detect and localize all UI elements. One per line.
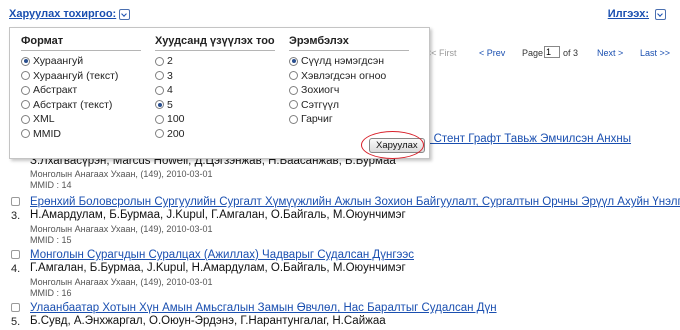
per-page-option[interactable]: 100 <box>155 112 275 127</box>
display-settings-link[interactable]: Харуулах тохиргоо: <box>9 8 116 20</box>
radio-icon[interactable] <box>289 56 298 66</box>
sort-options: Эрэмбэлэх Сүүлд нэмэгдсэн Хэвлэгдсэн огн… <box>289 35 409 127</box>
display-settings-chevron-icon[interactable] <box>119 9 130 20</box>
per-page-option[interactable]: 4 <box>155 83 275 98</box>
pager-next-link[interactable]: Next > <box>597 48 623 58</box>
result-source: Монголын Анагаах Ухаан, (149), 2010-03-0… <box>30 277 213 287</box>
result-number: 4. <box>11 263 21 275</box>
radio-icon[interactable] <box>289 71 298 81</box>
result-title[interactable]: Монголын Сурагчдын Суралцах (Ажиллах) Ча… <box>30 249 414 261</box>
sort-option[interactable]: Хэвлэгдсэн огноо <box>289 69 409 84</box>
radio-icon[interactable] <box>21 129 30 139</box>
sort-heading: Эрэмбэлэх <box>289 35 409 51</box>
result-authors: Г.Амгалан, Б.Бурмаа, J.Kupul, Н.Амардула… <box>30 262 406 274</box>
sort-option[interactable]: Гарчиг <box>289 112 409 127</box>
pager: << First < Prev Page of 3 Next > Last >> <box>426 46 676 62</box>
result-number: 3. <box>11 210 21 222</box>
send-to-link[interactable]: Илгээх: <box>608 8 649 20</box>
radio-icon[interactable] <box>155 85 164 95</box>
format-option[interactable]: XML <box>21 112 141 127</box>
radio-icon[interactable] <box>155 114 164 124</box>
format-option[interactable]: Хураангуй (текст) <box>21 69 141 84</box>
radio-icon[interactable] <box>21 56 30 66</box>
format-option[interactable]: Абстракт (текст) <box>21 98 141 113</box>
per-page-option[interactable]: 5 <box>155 98 275 113</box>
result-title[interactable]: Ерөнхий Боловсролын Сургуулийн Сургалт Х… <box>30 196 680 208</box>
result-title[interactable]: Улаанбаатар Хотын Хүн Амын Амьсгалын Зам… <box>30 302 497 314</box>
result-checkbox[interactable] <box>11 197 20 206</box>
send-to-chevron-icon[interactable] <box>655 9 666 20</box>
per-page-options: Хуудсанд үзүүлэх тоо 2 3 4 5 100 200 <box>155 35 275 141</box>
format-heading: Формат <box>21 35 141 51</box>
per-page-heading: Хуудсанд үзүүлэх тоо <box>155 35 275 51</box>
radio-icon[interactable] <box>289 100 298 110</box>
radio-icon[interactable] <box>289 114 298 124</box>
sort-option[interactable]: Сүүлд нэмэгдсэн <box>289 54 409 69</box>
sort-option[interactable]: Сэтгүүл <box>289 98 409 113</box>
apply-display-button[interactable]: Харуулах <box>369 138 425 153</box>
pager-page-input[interactable] <box>544 46 560 58</box>
format-option[interactable]: MMID <box>21 127 141 142</box>
result-number: 5. <box>11 316 21 328</box>
result-source: Монголын Анагаах Ухаан, (149), 2010-03-0… <box>30 169 213 179</box>
per-page-option[interactable]: 3 <box>155 69 275 84</box>
result-checkbox[interactable] <box>11 250 20 259</box>
radio-icon[interactable] <box>21 85 30 95</box>
result-authors: Н.Амардулам, Б.Бурмаа, J.Kupul, Г.Амгала… <box>30 209 406 221</box>
result-source: Монголын Анагаах Ухаан, (149), 2010-03-0… <box>30 224 213 234</box>
radio-icon[interactable] <box>21 100 30 110</box>
result-checkbox[interactable] <box>11 303 20 312</box>
radio-icon[interactable] <box>289 85 298 95</box>
result-authors: Б.Сувд, А.Энхжаргал, О.Оюун-Эрдэнэ, Г.На… <box>30 315 386 327</box>
per-page-option[interactable]: 2 <box>155 54 275 69</box>
radio-icon[interactable] <box>155 129 164 139</box>
pager-page-label: Page <box>522 48 544 58</box>
sort-option[interactable]: Зохиогч <box>289 83 409 98</box>
format-options: Формат Хураангуй Хураангуй (текст) Абстр… <box>21 35 141 141</box>
radio-icon[interactable] <box>21 71 30 81</box>
pager-total-pages: of 3 <box>563 48 579 58</box>
format-option[interactable]: Хураангуй <box>21 54 141 69</box>
per-page-option[interactable]: 200 <box>155 127 275 142</box>
radio-icon[interactable] <box>155 56 164 66</box>
result-title[interactable]: р Стент Графт Тавьж Эмчилсэн Анхны <box>424 133 631 145</box>
radio-icon[interactable] <box>21 114 30 124</box>
pager-last-link[interactable]: Last >> <box>640 48 670 58</box>
result-mmid: MMID : 14 <box>30 180 72 190</box>
pager-prev-link[interactable]: < Prev <box>479 48 505 58</box>
format-option[interactable]: Абстракт <box>21 83 141 98</box>
radio-icon[interactable] <box>155 71 164 81</box>
result-mmid: MMID : 16 <box>30 288 72 298</box>
display-settings-panel: Формат Хураангуй Хураангуй (текст) Абстр… <box>9 27 430 159</box>
result-mmid: MMID : 15 <box>30 235 72 245</box>
pager-first: << First <box>426 48 457 58</box>
radio-icon[interactable] <box>155 100 164 110</box>
